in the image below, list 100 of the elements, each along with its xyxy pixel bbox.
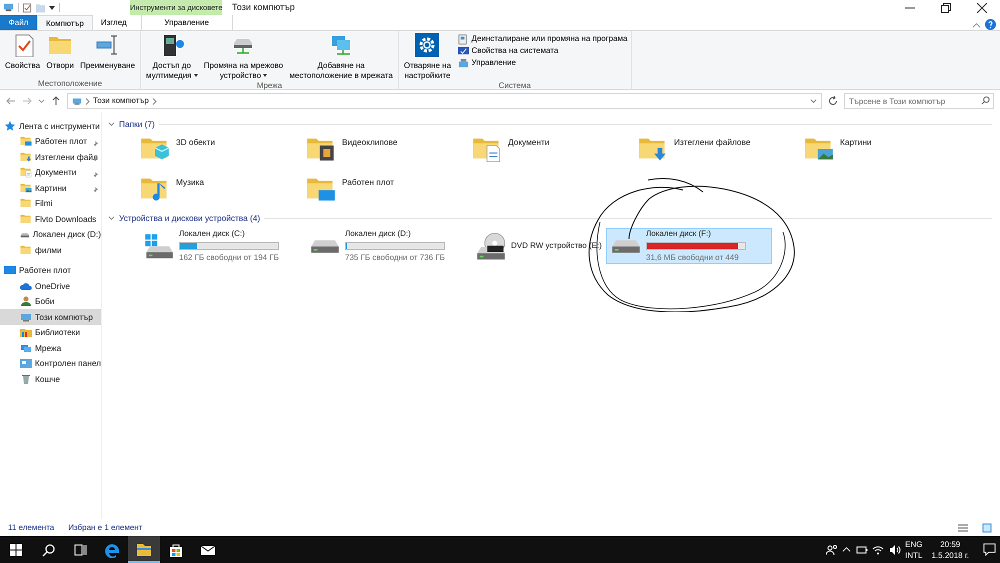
caret-icon (194, 74, 198, 78)
collapse-ribbon-icon (972, 21, 981, 30)
drive-name: Локален диск (F:) (646, 228, 712, 240)
folder-icon (20, 197, 32, 210)
group-header[interactable]: Устройства и дискови устройства (4) (119, 212, 260, 224)
ribbon-button[interactable]: Достъп до мултимедия (144, 33, 200, 81)
picture-folder-icon (20, 182, 32, 194)
folder-icon (20, 244, 32, 256)
chevron-right-icon (152, 98, 157, 104)
computer-management-icon (458, 58, 469, 68)
window-title: Този компютър (232, 1, 295, 14)
folder-item[interactable]: Документи (472, 134, 638, 164)
download-folder-icon (20, 150, 32, 163)
sidebar-item[interactable]: Локален диск (D:) (0, 226, 101, 242)
dropdown-icon (38, 98, 45, 104)
sidebar-item[interactable]: Картини (0, 180, 101, 196)
folder-item[interactable]: Работен плот (306, 174, 472, 204)
refresh-icon (828, 96, 838, 106)
ribbon-button[interactable]: Свойства (3, 33, 42, 71)
sidebar-item[interactable]: Този компютър (0, 309, 101, 324)
drive-item[interactable]: Локален диск (D:) 735 ГБ свободни от 736 ГБ (306, 228, 472, 264)
ribbon-button[interactable]: Промяна на мрежово устройство (202, 33, 286, 81)
details-view-icon (958, 522, 968, 532)
sidebar-item[interactable]: Filmi (0, 196, 101, 211)
sidebar-item[interactable]: Боби (0, 294, 101, 309)
folder-item[interactable]: Изтеглени файлове (638, 134, 804, 164)
sidebar-item[interactable]: Лента с инструменти (0, 118, 101, 134)
ribbon-tab[interactable]: Изглед (92, 15, 135, 30)
search-icon (981, 96, 990, 105)
language-indicator[interactable]: ENG INTL (905, 538, 922, 560)
folder-item[interactable]: Картини (804, 134, 970, 164)
taskbar-button[interactable] (128, 536, 160, 563)
sidebar-item[interactable]: Кошче (0, 371, 101, 386)
hard-drive-icon (611, 238, 641, 254)
ribbon-link[interactable]: Деинсталиране или промяна на програма (458, 33, 628, 45)
settings-icon (415, 33, 440, 57)
windows-icon (10, 544, 22, 556)
task-view-icon (72, 542, 88, 558)
folder-icon (36, 2, 45, 12)
rename-icon (96, 33, 120, 57)
pin-icon (91, 172, 98, 179)
up-icon (51, 96, 61, 106)
folder-item[interactable]: Музика (140, 174, 306, 204)
computer-icon (3, 2, 14, 13)
chevron-icon (108, 214, 115, 222)
program-icon (458, 34, 469, 44)
ribbon-tab[interactable]: Компютър (37, 15, 93, 30)
ribbon-link[interactable]: Свойства на системата (458, 45, 628, 57)
ribbon-button[interactable]: Отваряне на настройките (402, 33, 454, 81)
caret-icon (49, 4, 55, 10)
close-icon (977, 2, 987, 12)
sidebar-item[interactable]: Изтеглени файл (0, 149, 101, 164)
folder-item[interactable]: Видеоклипове (306, 134, 472, 164)
pin-icon (91, 140, 98, 148)
recycle-bin-icon (20, 372, 32, 385)
browser-icon (104, 542, 120, 558)
system-properties-icon (458, 46, 469, 56)
chevron-up-icon (842, 545, 852, 554)
wifi-icon (872, 544, 884, 556)
library-icon (20, 326, 32, 338)
forward-icon (22, 96, 32, 106)
star-icon (4, 120, 16, 132)
dropdown-icon (810, 98, 817, 104)
sidebar-item[interactable]: Flvto Downloads (0, 211, 101, 226)
caret-icon (263, 74, 268, 78)
drive-item[interactable]: Локален диск (F:) 31,6 МБ свободни от 449 (606, 228, 772, 264)
sidebar-item[interactable]: Библиотеки (0, 324, 101, 340)
sidebar-item[interactable]: Работен плот (0, 134, 101, 149)
volume-icon (888, 544, 901, 556)
drive-name: Локален диск (C:) (179, 228, 246, 240)
sidebar-item[interactable]: Мрежа (0, 340, 101, 356)
folder-item[interactable]: 3D обекти (140, 134, 306, 164)
sidebar-item[interactable]: Документи (0, 164, 101, 180)
user-icon (20, 295, 32, 308)
clock[interactable]: 20:59 1.5.2018 г. (931, 538, 969, 560)
address-field[interactable]: Този компютър (67, 93, 822, 109)
free-space-text: 162 ГБ свободни от 194 ГБ (179, 252, 279, 264)
battery-icon (856, 544, 868, 554)
ribbon-tab[interactable]: Файл (0, 15, 37, 30)
ribbon-button[interactable]: Преименуване (78, 33, 138, 71)
free-space-text: 735 ГБ свободни от 736 ГБ (345, 252, 445, 264)
monitor-icon (4, 264, 16, 276)
pin-icon (91, 156, 98, 164)
group-header[interactable]: Папки (7) (119, 118, 155, 130)
tiles-view-icon (982, 522, 992, 532)
sidebar-item[interactable]: филми (0, 242, 101, 258)
sidebar-item[interactable]: Контролен панел (0, 356, 101, 371)
ribbon-link[interactable]: Управление (458, 57, 628, 69)
drive-item[interactable]: Локален диск (C:) 162 ГБ свободни от 194 ГБ (140, 228, 306, 264)
folder-icon (20, 212, 32, 225)
properties-icon (23, 2, 32, 12)
ribbon-button[interactable]: Отвори (44, 33, 76, 71)
free-space-text: 31,6 МБ свободни от 449 (646, 252, 740, 264)
ribbon-group-label: Мрежа (256, 81, 284, 91)
drive-name: Локален диск (D:) (345, 228, 412, 240)
people-icon (826, 544, 838, 556)
sidebar-item[interactable]: Работен плот (0, 262, 101, 278)
ribbon-button[interactable]: Добавяне на местоположение в мрежата (287, 33, 395, 81)
search-field[interactable]: Търсене в Този компютър (844, 93, 994, 109)
sidebar-item[interactable]: OneDrive (0, 278, 101, 294)
